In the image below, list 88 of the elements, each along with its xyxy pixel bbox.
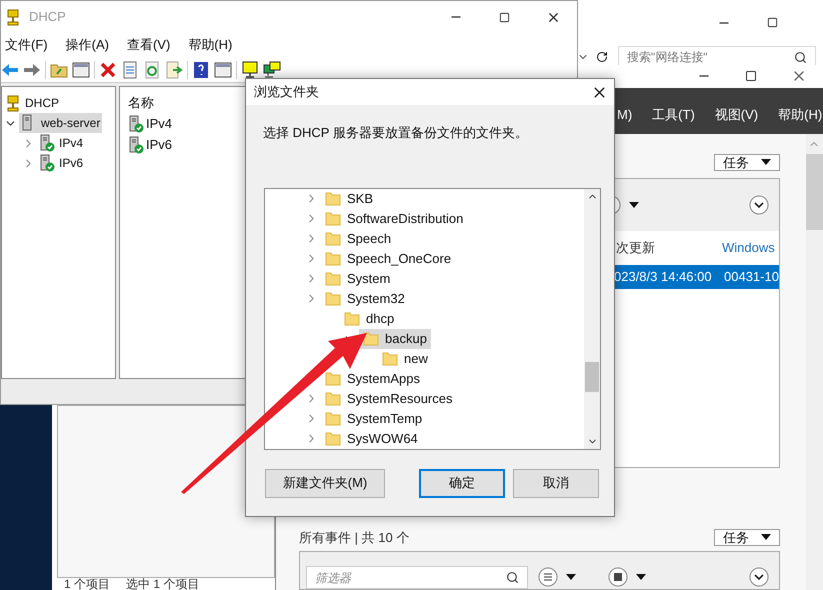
search-icon[interactable] (794, 50, 807, 64)
folder-tree-item[interactable]: SystemApps (321, 368, 424, 388)
folder-tree-item[interactable]: SKB (321, 188, 378, 208)
monitors-icon[interactable] (263, 60, 281, 78)
maximize-icon[interactable] (767, 17, 778, 28)
folder-icon (363, 332, 379, 346)
export-icon[interactable] (165, 60, 183, 78)
status-text: 1 个项目 (64, 578, 110, 590)
folder-icon (325, 372, 341, 386)
folder-tree-item[interactable]: SysWOW64 (321, 428, 422, 448)
dialog-button[interactable]: 确定 (419, 468, 505, 498)
expand-icon[interactable] (748, 567, 769, 587)
filter-field[interactable]: 筛选器 (306, 566, 528, 589)
scrollbar-thumb[interactable] (806, 154, 823, 230)
maximize-icon[interactable] (745, 70, 757, 82)
dropdown-caret-icon[interactable] (760, 159, 771, 165)
server-check-icon (39, 134, 55, 152)
folder-tree-item[interactable]: dhcp (340, 308, 398, 328)
column-header[interactable]: 次更新 (614, 238, 722, 258)
expand-icon[interactable] (748, 194, 769, 214)
events-heading: 所有事件 | 共 10 个 (299, 528, 410, 547)
monitor-icon[interactable] (241, 60, 259, 78)
folder-tree-item[interactable]: backup (359, 328, 431, 348)
dropdown-caret-icon[interactable] (760, 534, 771, 540)
server-check-icon (128, 136, 144, 154)
folder-tree-item[interactable]: SystemResources (321, 388, 456, 408)
help-icon[interactable] (192, 60, 210, 78)
dropdown-caret-icon[interactable] (636, 574, 646, 580)
status-text: 选中 1 个项目 (126, 578, 200, 590)
dialog-button[interactable]: 取消 (513, 468, 599, 498)
folder-icon (325, 272, 341, 286)
folder-icon (325, 212, 341, 226)
dhcp-icon (5, 8, 21, 26)
list-icon[interactable] (538, 567, 558, 587)
scrollbar[interactable] (806, 134, 823, 590)
folder-icon (382, 352, 398, 366)
menu-item[interactable]: 帮助(H) (778, 100, 822, 130)
dropdown-caret-icon[interactable] (566, 574, 576, 580)
menu-item[interactable]: 工具(T) (652, 100, 695, 130)
list-item[interactable]: IPv4 (128, 113, 248, 134)
table-cell-text: 00431-10 (724, 268, 779, 286)
panel-icon[interactable] (214, 60, 232, 78)
folder-tree-item[interactable]: new (378, 348, 432, 368)
tree-item[interactable]: IPv6 (37, 153, 86, 173)
scrollbar[interactable] (584, 188, 600, 448)
list-item[interactable]: IPv6 (128, 134, 248, 155)
column-header[interactable]: 名称 (128, 93, 248, 113)
menu-item[interactable]: 视图(V) (714, 100, 758, 130)
folder-tree-item[interactable]: Speech (321, 228, 396, 248)
delete-icon[interactable] (99, 60, 117, 78)
menu-item[interactable]: 帮助(H) (188, 35, 232, 55)
folder-icon (344, 312, 360, 326)
folder-tree-item[interactable]: SystemTemp (321, 408, 426, 428)
menu-item[interactable]: 查看(V) (126, 35, 170, 55)
dialog-prompt: 选择 DHCP 服务器要放置备份文件的文件夹。 (263, 124, 529, 142)
menu-item[interactable]: M) (617, 100, 632, 130)
dropdown-caret-icon[interactable] (628, 202, 639, 208)
server-check-icon (39, 154, 55, 172)
folder-icon (325, 292, 341, 306)
menu-item[interactable]: 文件(F) (5, 35, 48, 55)
panel-icon[interactable] (72, 60, 90, 78)
table-cell-text: 023/8/3 14:46:00 (614, 268, 713, 286)
folder-tree-item[interactable]: SoftwareDistribution (321, 208, 468, 228)
folder-icon (325, 192, 341, 206)
refresh-icon[interactable] (596, 51, 608, 63)
dialog-title: 浏览文件夹 (254, 83, 319, 102)
tasks-button[interactable]: 任务 (714, 154, 780, 170)
menu-item[interactable]: 操作(A) (66, 35, 109, 55)
folder-tree-item[interactable]: System (321, 268, 394, 288)
dialog-button[interactable]: 新建文件夹(M) (265, 468, 385, 498)
scrollbar-thumb[interactable] (585, 362, 599, 392)
tree-item[interactable]: web-server (19, 113, 102, 133)
folder-icon (325, 412, 341, 426)
search-icon[interactable] (506, 571, 519, 584)
tasks-button[interactable]: 任务 (714, 528, 780, 546)
window-title: DHCP (29, 8, 66, 26)
tree-item[interactable]: DHCP (3, 93, 62, 113)
folder-tree-item[interactable]: System32 (321, 288, 409, 308)
save-icon[interactable] (608, 567, 628, 587)
folder-icon (325, 432, 341, 446)
folder-icon (325, 392, 341, 406)
document-icon[interactable] (121, 60, 139, 78)
maximize-icon[interactable] (499, 12, 510, 22)
tree-item[interactable]: IPv4 (37, 133, 86, 153)
dhcp-icon (5, 94, 21, 112)
folder-tree-item[interactable]: Speech_OneCore (321, 248, 456, 268)
column-header[interactable]: Windows (722, 238, 775, 258)
server-check-icon (128, 114, 144, 132)
